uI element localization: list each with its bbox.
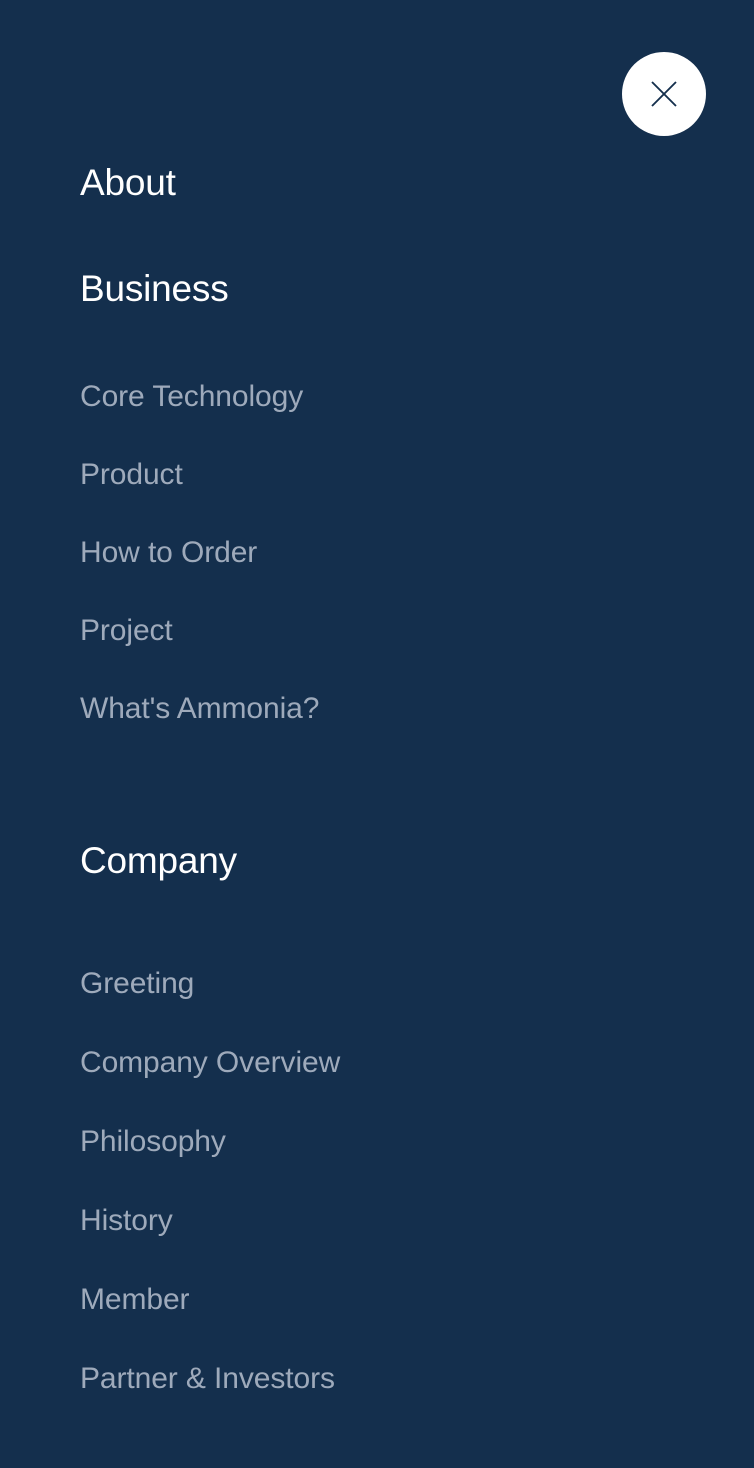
nav-section-company: Company Greeting Company Overview Philos… — [0, 724, 754, 1394]
nav-sublist-business: Core Technology Product How to Order Pro… — [80, 382, 754, 724]
nav-item-core-technology[interactable]: Core Technology — [80, 382, 754, 412]
nav-heading-about[interactable]: About — [80, 164, 176, 201]
nav-heading-company[interactable]: Company — [80, 842, 237, 879]
nav-item-company-overview[interactable]: Company Overview — [80, 1048, 754, 1078]
nav-item-member[interactable]: Member — [80, 1285, 754, 1315]
nav-item-philosophy[interactable]: Philosophy — [80, 1127, 754, 1157]
nav-section-business: Business Core Technology Product How to … — [0, 201, 754, 724]
menu-sections: About Business Core Technology Product H… — [0, 0, 754, 1394]
nav-item-partner-investors[interactable]: Partner & Investors — [80, 1364, 754, 1394]
nav-section-about: About — [0, 0, 754, 201]
nav-sublist-company: Greeting Company Overview Philosophy His… — [80, 969, 754, 1394]
nav-item-how-to-order[interactable]: How to Order — [80, 538, 754, 568]
nav-item-history[interactable]: History — [80, 1206, 754, 1236]
nav-item-greeting[interactable]: Greeting — [80, 969, 754, 999]
nav-item-project[interactable]: Project — [80, 616, 754, 646]
nav-heading-business[interactable]: Business — [80, 270, 229, 307]
nav-item-whats-ammonia[interactable]: What's Ammonia? — [80, 694, 754, 724]
navigation-menu-overlay: About Business Core Technology Product H… — [0, 0, 754, 1468]
nav-item-product[interactable]: Product — [80, 460, 754, 490]
